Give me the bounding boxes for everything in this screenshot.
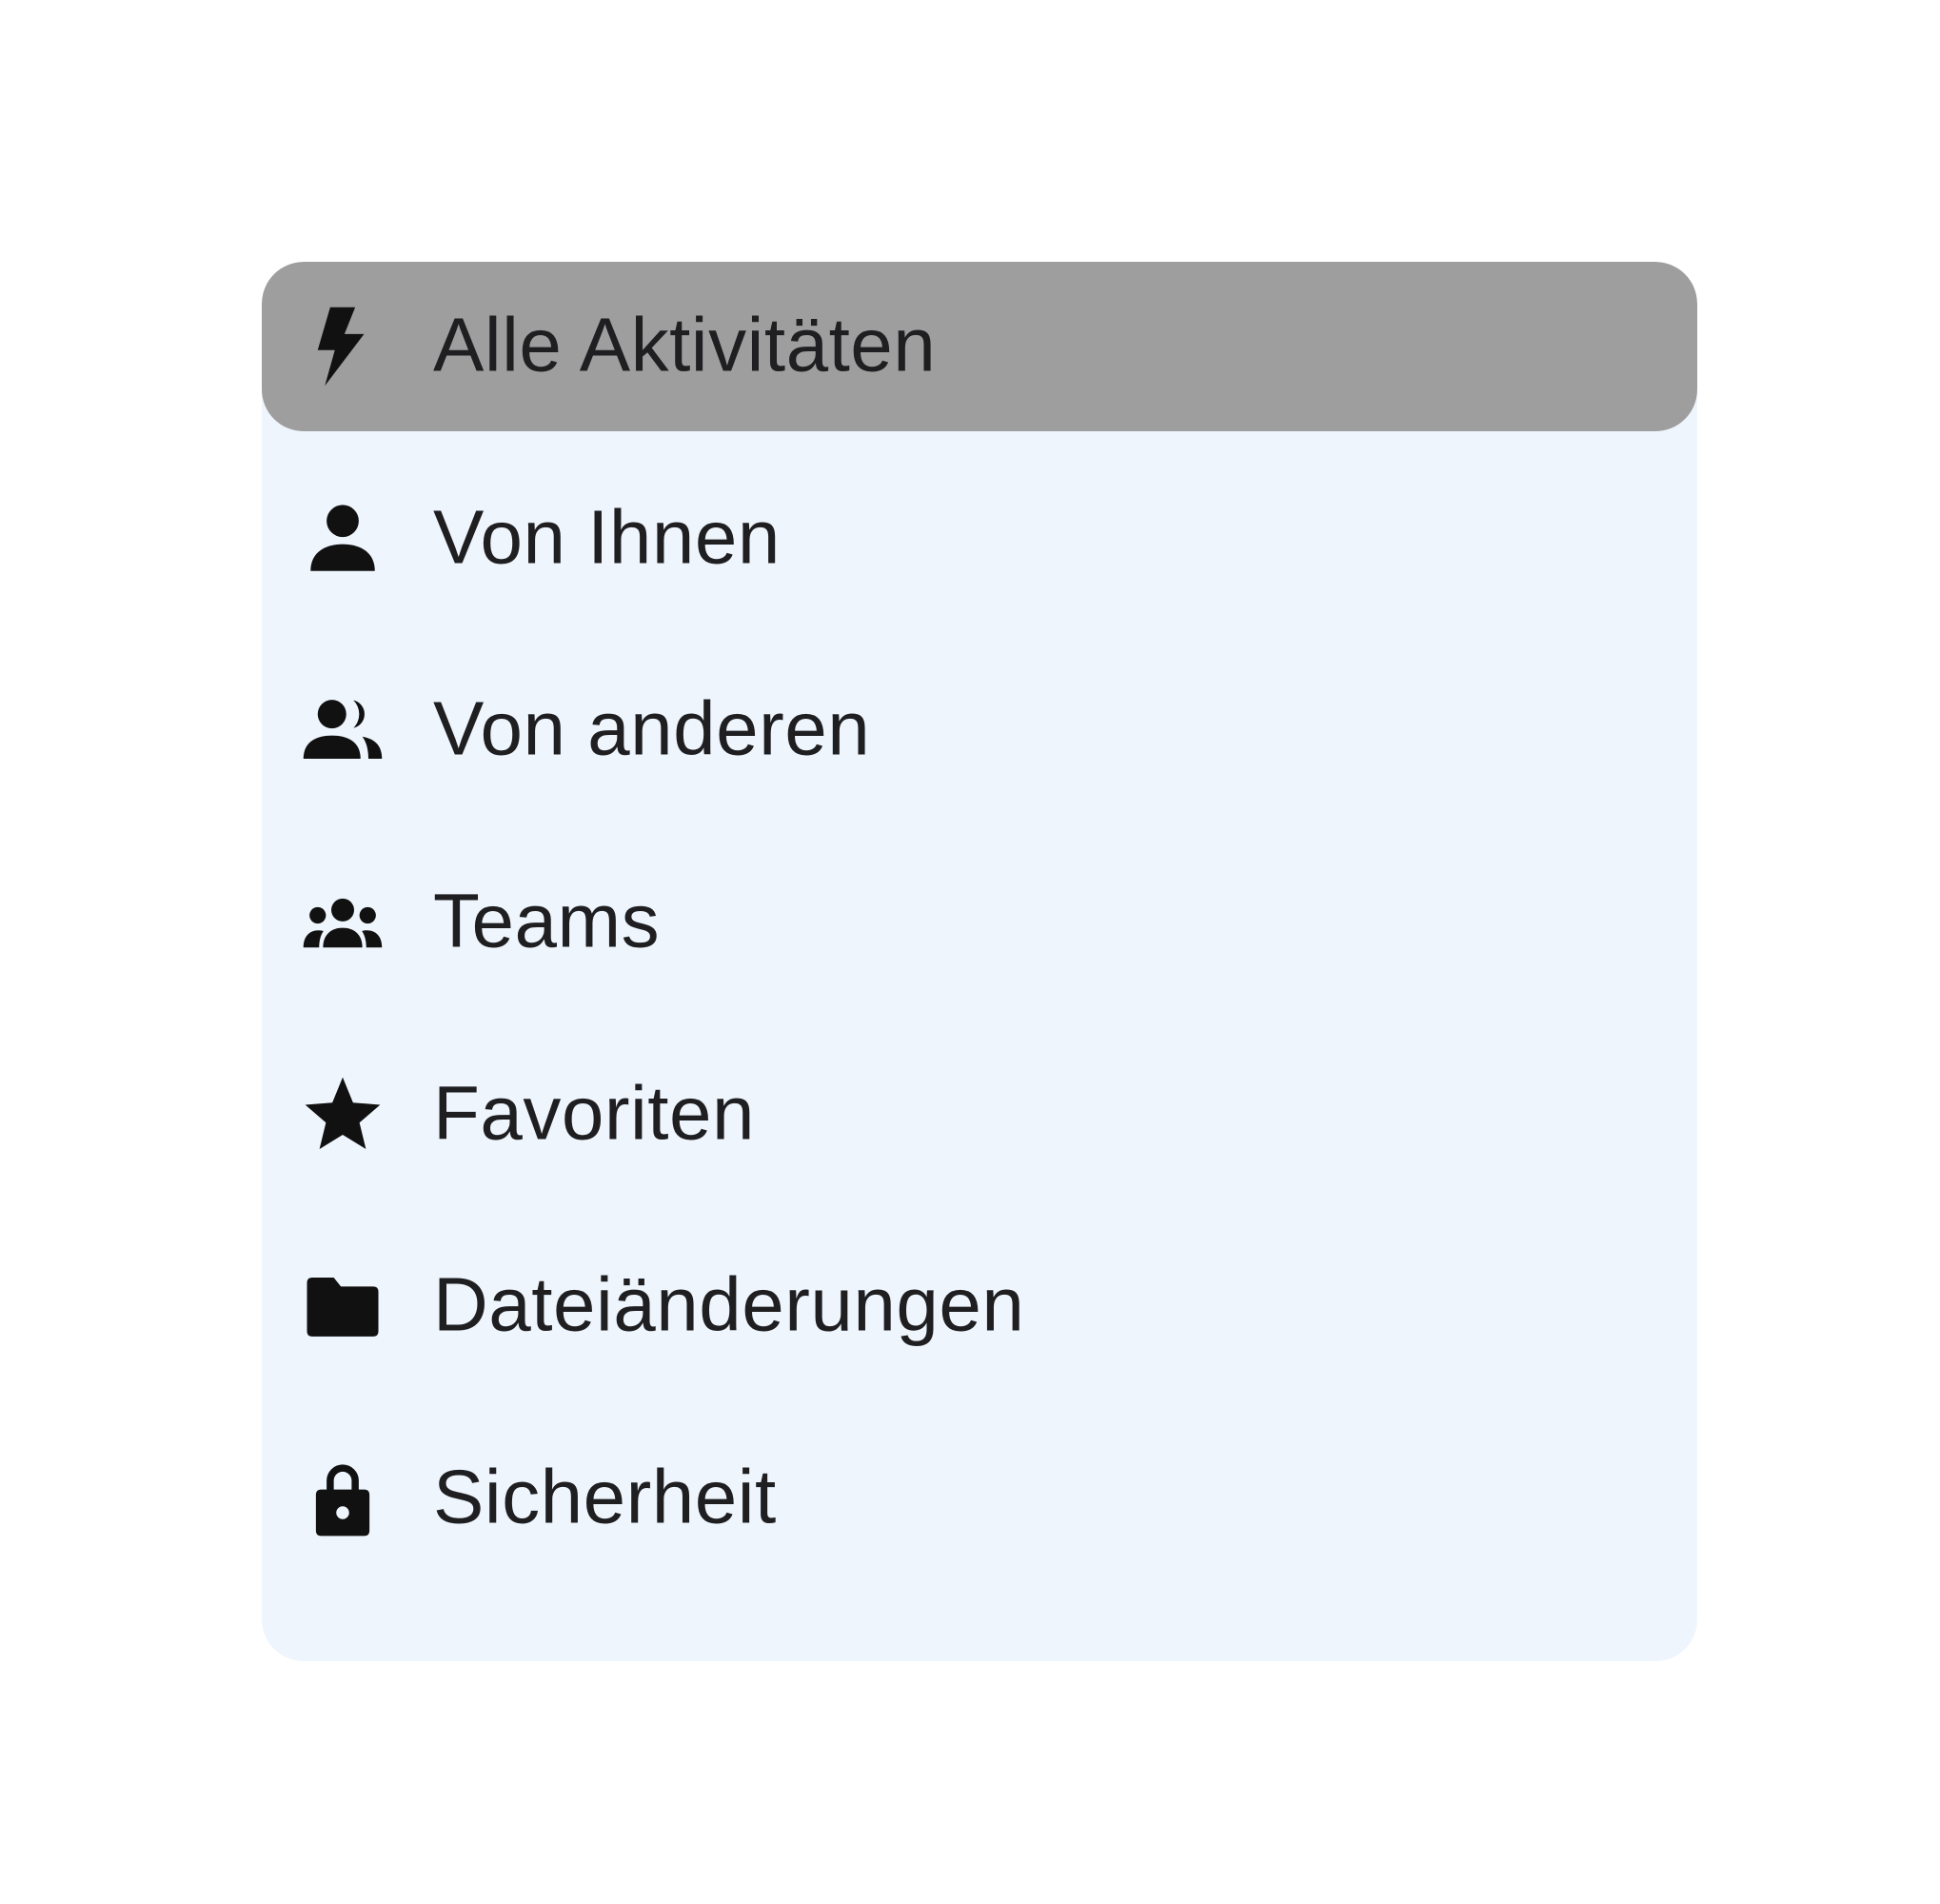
person-icon (300, 496, 386, 582)
menu-item-teams[interactable]: Teams (262, 838, 1697, 1007)
activity-filter-menu: Alle Aktivitäten Von Ihnen Von anderen T… (262, 262, 1697, 1661)
folder-icon (300, 1263, 386, 1349)
menu-item-von-anderen[interactable]: Von anderen (262, 645, 1697, 815)
menu-item-dateiaenderungen[interactable]: Dateiänderungen (262, 1221, 1697, 1391)
menu-item-alle-aktivitaeten[interactable]: Alle Aktivitäten (262, 262, 1697, 431)
menu-item-label: Sicherheit (433, 1454, 777, 1539)
menu-item-label: Von anderen (433, 685, 871, 771)
menu-item-label: Alle Aktivitäten (433, 302, 937, 387)
lightning-icon (300, 304, 386, 389)
star-icon (300, 1072, 386, 1158)
menu-item-von-ihnen[interactable]: Von Ihnen (262, 454, 1697, 624)
menu-item-label: Dateiänderungen (433, 1261, 1025, 1347)
menu-item-favoriten[interactable]: Favoriten (262, 1030, 1697, 1200)
menu-item-sicherheit[interactable]: Sicherheit (262, 1414, 1697, 1583)
menu-item-label: Teams (433, 878, 661, 963)
people-icon (300, 687, 386, 773)
menu-item-label: Von Ihnen (433, 494, 781, 580)
groups-icon (300, 880, 386, 965)
menu-item-label: Favoriten (433, 1070, 755, 1156)
lock-icon (300, 1456, 386, 1541)
